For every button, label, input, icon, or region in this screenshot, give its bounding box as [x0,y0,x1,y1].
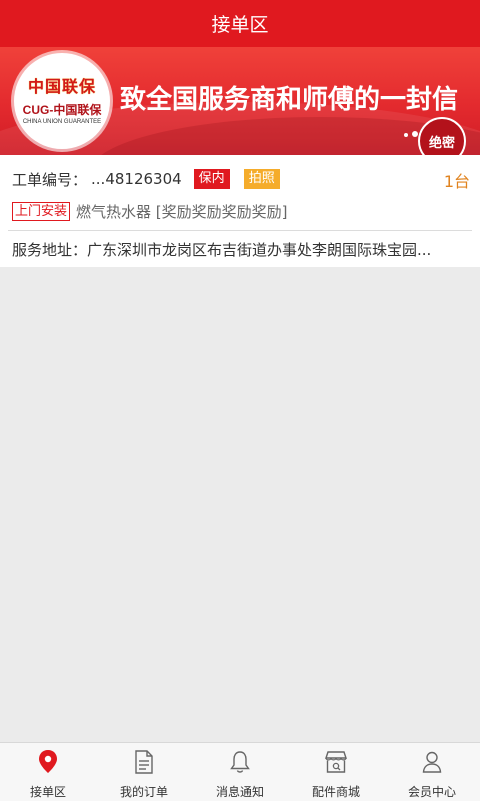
service-address: 服务地址：广东深圳市龙岗区布吉街道办事处李朗国际珠宝园... [12,241,432,259]
logo-subtitle: CHINA UNION GUARANTEE [22,119,102,125]
tab-parts-store[interactable]: 配件商城 [288,743,384,801]
location-pin-icon [35,749,61,775]
service-type-badge: 上门安装 [12,202,71,221]
tab-label: 消息通知 [215,785,264,799]
logo-chinese-text: 中国联保 [27,77,96,96]
order-quantity: 1台 [443,172,470,191]
page-title: 接单区 [211,14,269,36]
order-id-label: 工单编号： [12,170,88,189]
banner-title: 致全国服务商和师傅的一封信 [120,85,459,115]
order-id-value: ...48126304 [91,170,182,188]
bell-icon [227,749,253,775]
logo-english-text: CUG-中国联保 [22,103,102,117]
store-icon [323,749,349,775]
photo-badge: 拍照 [243,169,280,189]
order-card[interactable]: 工单编号： ...48126304 保内 拍照 1台 上门安装 燃气热水器 [奖… [0,155,480,267]
tab-member-center[interactable]: 会员中心 [384,743,480,801]
product-name: 燃气热水器 [奖励奖励奖励奖励] [76,203,288,221]
divider [8,230,472,231]
confidential-seal: 绝密 [418,117,466,155]
tab-my-orders[interactable]: 我的订单 [96,743,192,801]
promo-banner[interactable]: 中国联保 CUG-中国联保 CHINA UNION GUARANTEE 致全国服… [0,47,480,155]
user-icon [419,749,445,775]
service-row: 上门安装 燃气热水器 [奖励奖励奖励奖励] [12,201,288,222]
decorative-dot [412,131,418,137]
tab-label: 配件商城 [311,785,360,799]
warranty-badge: 保内 [193,169,230,189]
bottom-tab-bar: 接单区 我的订单 消息通知 配件商城 会员中心 [0,742,480,801]
tab-order-area[interactable]: 接单区 [0,743,96,801]
brand-logo: 中国联保 CUG-中国联保 CHINA UNION GUARANTEE [14,53,110,149]
app-header: 接单区 [0,0,480,47]
tab-label: 接单区 [29,785,66,799]
tab-label: 我的订单 [119,785,168,799]
tab-label: 会员中心 [407,785,456,799]
decorative-dot [404,133,408,137]
document-icon [131,749,157,775]
tab-notifications[interactable]: 消息通知 [192,743,288,801]
order-id-row: 工单编号： ...48126304 保内 拍照 [12,168,280,190]
